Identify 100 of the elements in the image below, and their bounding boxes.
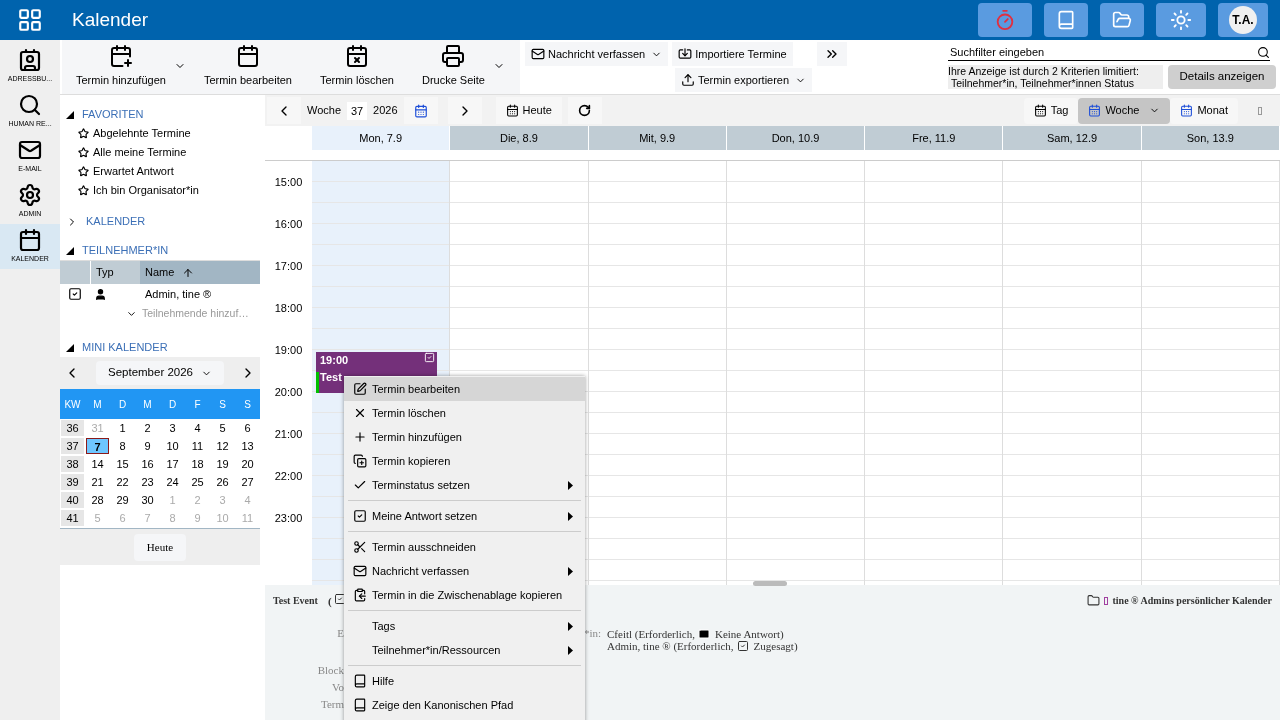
participant-status: Keine Antwort) xyxy=(714,627,784,640)
day-cell[interactable]: 21 xyxy=(86,474,109,490)
toolbar-button[interactable]: Termin bearbeiten xyxy=(189,40,306,89)
date-picker-button[interactable] xyxy=(403,97,438,124)
refresh-button[interactable] xyxy=(567,97,602,124)
day-cell[interactable]: 2 xyxy=(136,420,159,436)
menu-item[interactable]: Terminstatus setzen xyxy=(344,473,585,497)
menu-item[interactable]: Teilnehmer*in/Ressourcen xyxy=(344,638,585,662)
day-cell[interactable]: 30 xyxy=(136,492,159,508)
menu-item[interactable]: Termin hinzufügen xyxy=(344,425,585,449)
column-header[interactable]: Name xyxy=(140,261,260,284)
app-grid-icon[interactable] xyxy=(17,7,43,33)
day-cell[interactable]: 5 xyxy=(211,420,234,436)
menu-item[interactable]: Zeige den Kanonischen Pfad xyxy=(344,693,585,717)
toolbar-icon xyxy=(531,47,545,61)
favorite-item[interactable]: Abgelehnte Termine xyxy=(78,124,260,143)
today-button[interactable]: Heute xyxy=(133,533,187,561)
splitter-handle[interactable] xyxy=(753,581,787,586)
day-cell[interactable]: 7 xyxy=(86,438,109,454)
menu-item[interactable]: Hilfe xyxy=(344,669,585,693)
day-header[interactable]: Die, 8.9 xyxy=(450,126,589,150)
view-tab[interactable]: Tag xyxy=(1023,97,1079,124)
day-cell[interactable]: 8 xyxy=(111,438,134,454)
field-label: *in: xyxy=(584,625,603,641)
section-title[interactable]: FAVORITEN xyxy=(82,106,144,123)
day-cell[interactable]: 26 xyxy=(211,474,234,490)
day-header[interactable]: Mit, 9.9 xyxy=(588,126,727,150)
toolbar-small-button[interactable]: Termin exportieren xyxy=(675,68,813,92)
toolbar-button[interactable]: Termin hinzufügen xyxy=(62,40,190,89)
menu-item[interactable]: Termin kopieren xyxy=(344,449,585,473)
day-cell[interactable]: 11 xyxy=(186,438,209,454)
week-field[interactable]: 37 xyxy=(347,101,368,120)
folder-button[interactable] xyxy=(1100,3,1144,37)
day-cell[interactable]: 3 xyxy=(161,420,184,436)
day-cell[interactable]: 10 xyxy=(161,438,184,454)
glyph-icon xyxy=(1258,106,1262,115)
day-cell[interactable]: 6 xyxy=(236,420,259,436)
day-header[interactable]: Mon, 7.9 xyxy=(312,126,451,150)
toolbar-button[interactable]: Termin löschen xyxy=(305,40,408,89)
month-selector[interactable]: September 2026 xyxy=(95,361,224,385)
toolbar-button[interactable]: Drucke Seite xyxy=(407,40,509,89)
checkbox-checked[interactable] xyxy=(68,287,82,301)
day-cell[interactable]: 19 xyxy=(211,456,234,472)
day-header[interactable]: Don, 10.9 xyxy=(726,126,866,150)
collapse-triangle-icon[interactable] xyxy=(66,246,74,255)
day-header[interactable]: Sam, 12.9 xyxy=(1003,126,1142,150)
more-button[interactable] xyxy=(816,42,847,66)
book-button[interactable] xyxy=(1044,3,1088,37)
next-week-button[interactable] xyxy=(447,97,482,124)
section-title[interactable]: KALENDER xyxy=(86,213,146,230)
day-cell[interactable]: 9 xyxy=(136,438,159,454)
toolbar-small-button[interactable]: Nachricht verfassen xyxy=(525,42,669,66)
day-cell[interactable]: 12 xyxy=(211,438,234,454)
view-tab[interactable]: Woche xyxy=(1078,97,1171,124)
day-cell[interactable]: 23 xyxy=(136,474,159,490)
day-cell[interactable]: 20 xyxy=(236,456,259,472)
menu-item[interactable]: Termin löschen xyxy=(344,401,585,425)
day-header[interactable]: Son, 13.9 xyxy=(1141,126,1280,150)
day-header[interactable]: Fre, 11.9 xyxy=(865,126,1004,150)
section-title[interactable]: TEILNEHMER*IN xyxy=(82,242,169,259)
menu-item[interactable]: Meine Antwort setzen xyxy=(344,504,585,528)
menu-item[interactable]: Termin bearbeiten xyxy=(344,377,585,401)
menu-item[interactable]: Tags xyxy=(344,614,585,638)
view-tab[interactable]: Monat xyxy=(1170,97,1238,124)
section-title[interactable]: MINI KALENDER xyxy=(82,339,168,356)
day-cell[interactable]: 15 xyxy=(111,456,134,472)
add-participant-field[interactable]: Teilnehmende hinzuf… xyxy=(142,306,260,322)
weekday-header: KW M D M D F S S xyxy=(60,389,260,419)
favorite-item[interactable]: Ich bin Organisator*in xyxy=(78,181,260,200)
search-icon[interactable] xyxy=(1257,45,1270,59)
day-cell[interactable]: 16 xyxy=(136,456,159,472)
previous-week-button[interactable] xyxy=(267,97,301,124)
theme-button[interactable] xyxy=(1156,3,1206,37)
today-button[interactable]: Heute xyxy=(495,97,562,124)
day-cell[interactable]: 28 xyxy=(86,492,109,508)
day-cell[interactable]: 18 xyxy=(186,456,209,472)
day-cell[interactable]: 13 xyxy=(236,438,259,454)
collapse-triangle-icon[interactable] xyxy=(66,110,74,119)
day-cell[interactable]: 22 xyxy=(111,474,134,490)
details-button[interactable]: Details anzeigen xyxy=(1168,65,1276,89)
search-field[interactable]: Suchfilter eingeben xyxy=(948,44,1257,60)
user-avatar[interactable]: T.A. xyxy=(1229,6,1257,34)
toolbar-icon xyxy=(681,73,695,87)
menu-item[interactable]: Termin in die Zwischenablage kopieren xyxy=(344,583,585,607)
menu-item[interactable]: Termin ausschneiden xyxy=(344,535,585,559)
favorite-item[interactable]: Erwartet Antwort xyxy=(78,162,260,181)
day-cell[interactable]: 25 xyxy=(186,474,209,490)
day-cell[interactable]: 24 xyxy=(161,474,184,490)
day-cell[interactable]: 1 xyxy=(111,420,134,436)
day-cell[interactable]: 14 xyxy=(86,456,109,472)
collapse-triangle-icon[interactable] xyxy=(66,343,74,352)
favorite-item[interactable]: Alle meine Termine xyxy=(78,143,260,162)
menu-item[interactable]: Nachricht verfassen xyxy=(344,559,585,583)
toolbar-small-button[interactable]: Importiere Termine xyxy=(672,42,793,66)
participant-status: Zugesagt) xyxy=(753,639,798,652)
day-cell[interactable]: 29 xyxy=(111,492,134,508)
day-cell[interactable]: 17 xyxy=(161,456,184,472)
day-cell[interactable]: 4 xyxy=(186,420,209,436)
column-header[interactable]: Typ xyxy=(90,261,140,284)
day-cell[interactable]: 27 xyxy=(236,474,259,490)
